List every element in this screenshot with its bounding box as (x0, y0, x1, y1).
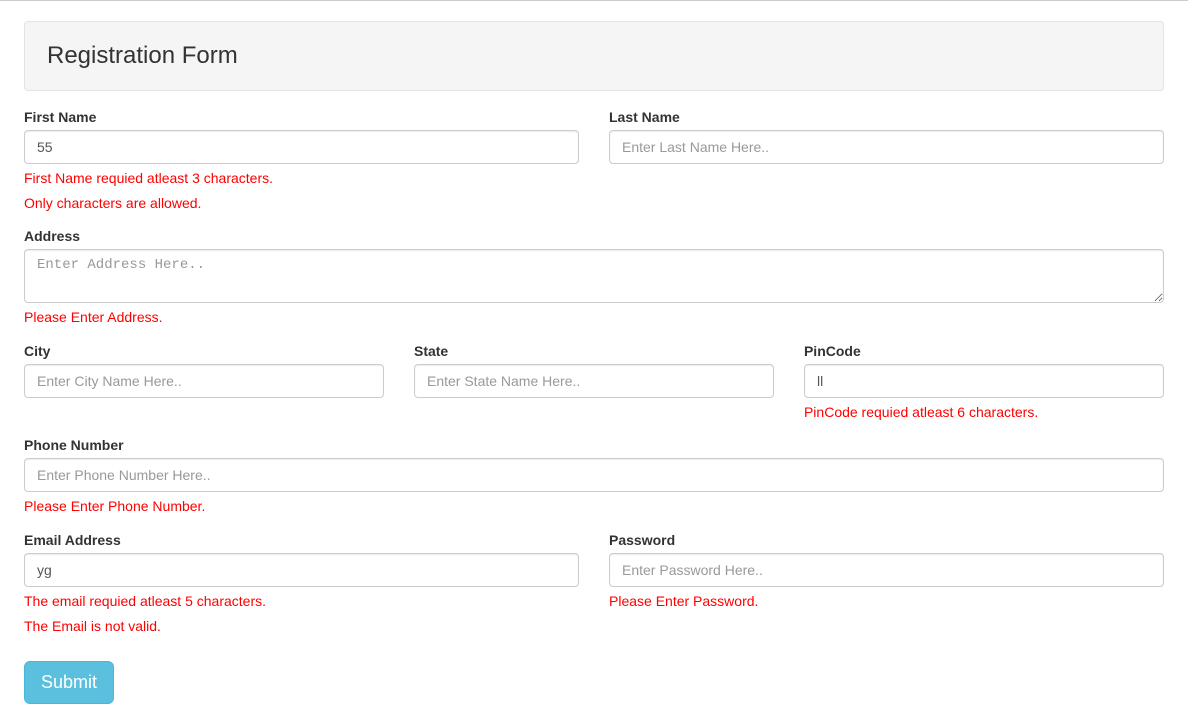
phone-group: Phone Number Please Enter Phone Number. (24, 437, 1164, 517)
address-input[interactable] (24, 249, 1164, 303)
email-group: Email Address The email requied atleast … (24, 532, 579, 636)
email-error-invalid: The Email is not valid. (24, 617, 579, 637)
page-title: Registration Form (47, 42, 1141, 70)
pincode-group: PinCode PinCode requied atleast 6 charac… (804, 343, 1164, 423)
phone-input[interactable] (24, 458, 1164, 492)
first-name-error-minlength: First Name requied atleast 3 characters. (24, 169, 579, 189)
first-name-group: First Name First Name requied atleast 3 … (24, 109, 579, 213)
address-group: Address Please Enter Address. (24, 228, 1164, 328)
phone-error-required: Please Enter Phone Number. (24, 497, 1164, 517)
pincode-input[interactable] (804, 364, 1164, 398)
address-label: Address (24, 228, 1164, 244)
phone-label: Phone Number (24, 437, 1164, 453)
state-input[interactable] (414, 364, 774, 398)
email-input[interactable] (24, 553, 579, 587)
email-error-minlength: The email requied atleast 5 characters. (24, 592, 579, 612)
last-name-input[interactable] (609, 130, 1164, 164)
password-error-required: Please Enter Password. (609, 592, 1164, 612)
submit-button[interactable]: Submit (24, 661, 114, 704)
last-name-label: Last Name (609, 109, 1164, 125)
first-name-label: First Name (24, 109, 579, 125)
first-name-input[interactable] (24, 130, 579, 164)
city-label: City (24, 343, 384, 359)
page-top-border (0, 0, 1188, 1)
form-header-panel: Registration Form (24, 21, 1164, 91)
address-error-required: Please Enter Address. (24, 308, 1164, 328)
city-group: City (24, 343, 384, 398)
state-label: State (414, 343, 774, 359)
container: Registration Form First Name First Name … (0, 21, 1188, 704)
first-name-error-pattern: Only characters are allowed. (24, 194, 579, 214)
password-input[interactable] (609, 553, 1164, 587)
password-group: Password Please Enter Password. (609, 532, 1164, 612)
state-group: State (414, 343, 774, 398)
pincode-error-minlength: PinCode requied atleast 6 characters. (804, 403, 1164, 423)
last-name-group: Last Name (609, 109, 1164, 164)
city-input[interactable] (24, 364, 384, 398)
email-label: Email Address (24, 532, 579, 548)
pincode-label: PinCode (804, 343, 1164, 359)
password-label: Password (609, 532, 1164, 548)
